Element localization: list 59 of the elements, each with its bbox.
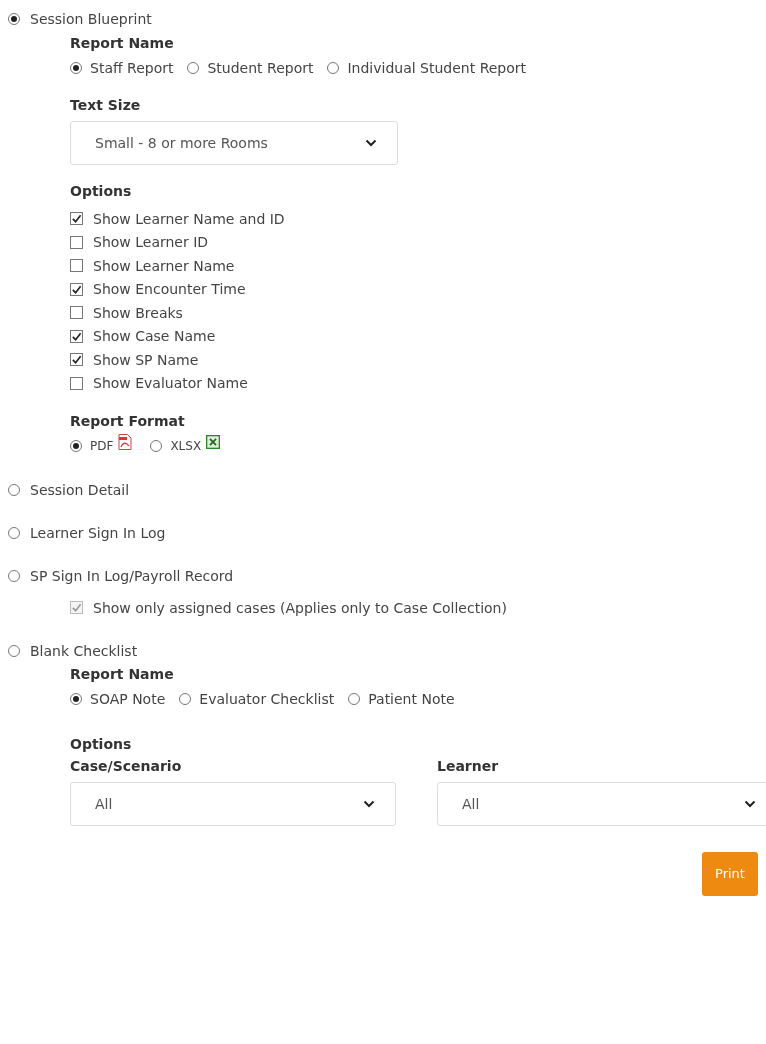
dropdown[interactable]: All: [70, 781, 396, 826]
checkbox[interactable]: [70, 282, 83, 296]
checkbox[interactable]: [70, 235, 83, 249]
report-type-label: SP Sign In Log/Payroll Record: [30, 568, 234, 584]
checkbox-label: Show Learner Name and ID: [93, 210, 285, 227]
section-heading: Text Size: [70, 96, 142, 115]
radio-button[interactable]: [8, 570, 20, 582]
radio-label: SOAP Note: [90, 690, 166, 707]
radio-button[interactable]: [70, 62, 82, 74]
chevron-down-icon: [744, 799, 756, 808]
radio-button[interactable]: [150, 440, 163, 452]
checkbox-label: Show Encounter Time: [93, 281, 246, 298]
checkbox[interactable]: [70, 212, 83, 226]
radio-button[interactable]: [8, 13, 20, 25]
text-size-dropdown[interactable]: Small - 8 or more Rooms: [70, 121, 398, 165]
radio-button[interactable]: [327, 62, 340, 74]
spreadsheet-icon: [206, 434, 221, 450]
radio-button[interactable]: [70, 440, 82, 452]
report-type-label: Session Blueprint: [30, 11, 152, 27]
radio-label: PDF: [90, 439, 114, 453]
checkbox-label: Show Learner ID: [93, 234, 209, 251]
checkbox-label: Show Breaks: [93, 304, 183, 321]
checkbox-label: Show Evaluator Name: [93, 375, 248, 392]
checkbox[interactable]: [70, 259, 83, 273]
report-type-label: Session Detail: [30, 482, 130, 498]
radio-label: Evaluator Checklist: [199, 690, 335, 707]
radio-button[interactable]: [8, 484, 20, 496]
checkbox[interactable]: [70, 306, 83, 320]
field-label: Learner: [437, 756, 500, 776]
checkbox-label: Show SP Name: [93, 351, 199, 368]
radio-label: XLSX: [170, 439, 202, 453]
checkbox-label: Show only assigned cases (Applies only to Case Collection): [93, 599, 507, 616]
section-heading: Report Format: [70, 412, 186, 431]
checkbox[interactable]: [70, 376, 83, 390]
section-heading: Options: [70, 182, 133, 201]
section-heading: Options: [70, 734, 133, 754]
radio-button[interactable]: [179, 692, 192, 705]
pdf-file-icon: [118, 434, 133, 450]
checkbox[interactable]: [70, 329, 83, 343]
radio-button[interactable]: [8, 527, 20, 539]
chevron-down-icon: [363, 799, 375, 808]
checkbox-label: Show Learner Name: [93, 257, 235, 274]
checkbox[interactable]: [70, 353, 83, 367]
radio-label: Staff Report: [90, 60, 174, 76]
dropdown[interactable]: All: [437, 781, 766, 826]
chevron-down-icon: [365, 139, 377, 147]
radio-button[interactable]: [70, 692, 82, 705]
radio-label: Individual Student Report: [347, 60, 527, 76]
report-type-label: Learner Sign In Log: [30, 525, 166, 541]
radio-label: Patient Note: [368, 690, 455, 707]
field-label: Case/Scenario: [70, 756, 183, 776]
radio-button[interactable]: [348, 692, 361, 705]
radio-label: Student Report: [207, 60, 314, 76]
report-type-label: Blank Checklist: [30, 642, 138, 659]
radio-button[interactable]: [187, 62, 200, 74]
radio-button[interactable]: [8, 644, 20, 657]
section-heading: Report Name: [70, 34, 175, 53]
section-heading: Report Name: [70, 664, 175, 684]
checkbox-label: Show Case Name: [93, 328, 216, 345]
